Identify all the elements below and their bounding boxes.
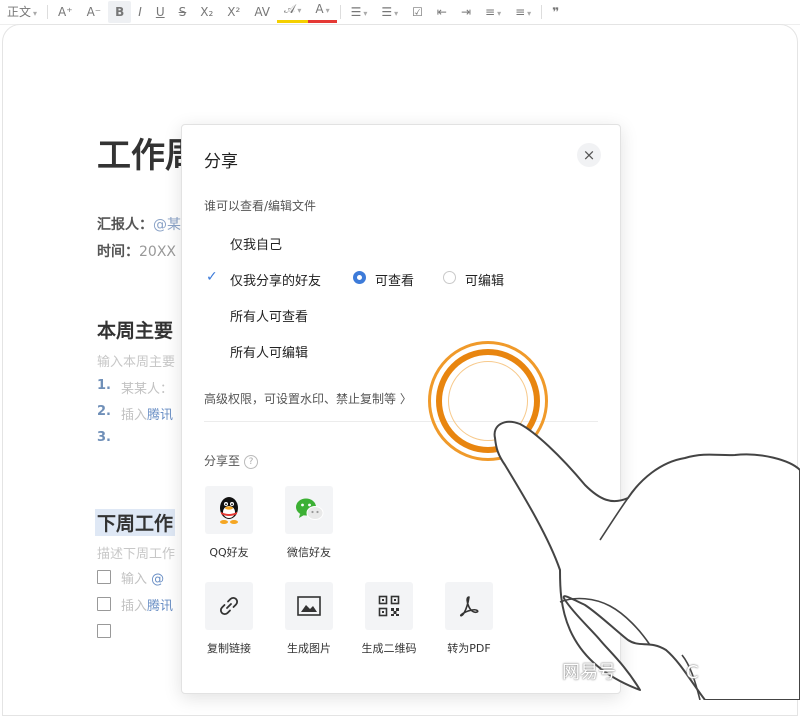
pointing-hand-icon [493, 420, 800, 700]
watermark: 网易号 C [562, 662, 699, 683]
